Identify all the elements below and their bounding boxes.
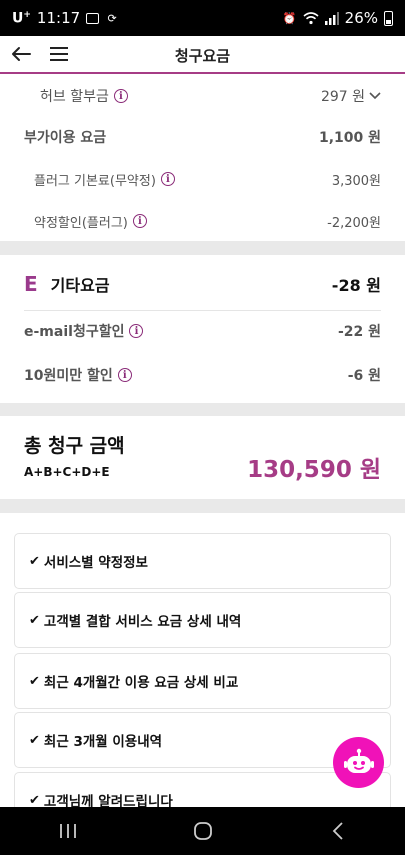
plug-discount-value: -2,200원 (327, 215, 381, 231)
extra-usage-label: 부가이용 요금 (24, 130, 107, 146)
info-icon[interactable]: i (113, 89, 128, 103)
app-header: 청구요금 (0, 36, 405, 74)
link-card-label: 서비스별 약정정보 (43, 555, 148, 571)
home-button[interactable] (173, 811, 233, 851)
hub-installment-value: 297 원 (320, 89, 365, 105)
link-card-notice[interactable]: ✔ 고객님께 알려드립니다 (14, 772, 391, 807)
sync-off-icon: ⟳ (107, 11, 117, 25)
chevron-left-icon (332, 822, 343, 840)
total-formula: A+B+C+D+E (24, 465, 110, 479)
link-card-label: 최근 4개월간 이용 요금 상세 비교 (43, 675, 239, 691)
under-10-discount-row: 10원미만 할인 i -6 원 (0, 365, 405, 385)
under-10-discount-label: 10원미만 할인 (24, 368, 113, 384)
link-card-4month-compare[interactable]: ✔ 최근 4개월간 이용 요금 상세 비교 (14, 653, 391, 709)
email-discount-value: -22 원 (337, 324, 381, 340)
link-card-contract-info[interactable]: ✔ 서비스별 약정정보 (14, 533, 391, 589)
link-card-label: 고객님께 알려드립니다 (43, 794, 173, 807)
chevron-down-icon[interactable] (369, 92, 381, 100)
status-bar: U+ 11:17 ⟳ ⏰ 26% (0, 0, 405, 36)
info-icon[interactable]: i (160, 172, 175, 186)
checkmark-icon: ✔ (29, 732, 40, 748)
extra-usage-row: 부가이용 요금 1,100 원 (0, 127, 405, 147)
plug-basic-row: 플러그 기본료(무약정) i 3,300원 (0, 169, 405, 189)
plug-discount-label: 약정할인(플러그) (34, 215, 128, 231)
total-amount: 130,590 원 (247, 457, 381, 483)
wifi-icon (303, 11, 319, 24)
system-nav-bar (0, 807, 405, 855)
gallery-icon (86, 12, 100, 24)
main-content[interactable]: 허브 할부금 i 297 원 부가이용 요금 1,100 원 플러그 기본료(무… (0, 76, 405, 807)
clock: 11:17 (36, 9, 81, 27)
battery-icon (384, 10, 393, 26)
section-e-total: -28 원 (331, 276, 381, 295)
plug-basic-value: 3,300원 (331, 173, 381, 189)
hamburger-icon (50, 47, 68, 61)
section-e-title: 기타요금 (50, 276, 110, 295)
recent-apps-icon (59, 824, 76, 838)
checkmark-icon: ✔ (29, 673, 40, 689)
back-button[interactable] (8, 40, 34, 68)
recent-apps-button[interactable] (38, 811, 98, 851)
divider (24, 310, 381, 311)
signal-icon (324, 11, 339, 25)
link-card-label: 고객별 결합 서비스 요금 상세 내역 (43, 614, 242, 630)
plug-basic-label: 플러그 기본료(무약정) (34, 173, 156, 189)
system-back-button[interactable] (308, 811, 368, 851)
under-10-discount-value: -6 원 (347, 368, 381, 384)
plug-discount-row: 약정할인(플러그) i -2,200원 (0, 211, 405, 231)
checkmark-icon: ✔ (29, 612, 40, 628)
info-icon[interactable]: i (132, 214, 147, 228)
extra-usage-value: 1,100 원 (318, 130, 381, 146)
menu-button[interactable] (46, 40, 72, 68)
link-card-label: 최근 3개월 이용내역 (43, 734, 163, 750)
info-icon[interactable]: i (129, 324, 144, 338)
section-e-header: E 기타요금 -28 원 (0, 270, 405, 298)
checkmark-icon: ✔ (29, 792, 40, 808)
section-divider (0, 241, 405, 255)
chatbot-button[interactable] (333, 737, 384, 788)
email-discount-row: e-mail청구할인 i -22 원 (0, 321, 405, 341)
battery-percent: 26% (344, 9, 378, 27)
link-card-bundle-details[interactable]: ✔ 고객별 결합 서비스 요금 상세 내역 (14, 592, 391, 648)
robot-icon (343, 748, 374, 773)
hub-installment-label: 허브 할부금 (40, 89, 109, 105)
info-icon[interactable]: i (117, 368, 132, 382)
alarm-icon: ⏰ (282, 11, 297, 25)
section-divider (0, 403, 405, 416)
home-icon (193, 822, 212, 840)
hub-installment-row[interactable]: 허브 할부금 i 297 원 (0, 86, 405, 106)
checkmark-icon: ✔ (29, 553, 40, 569)
arrow-left-icon (12, 47, 31, 61)
email-discount-label: e-mail청구할인 (24, 324, 125, 340)
section-e-badge: E (24, 272, 38, 296)
section-divider (0, 499, 405, 513)
total-title: 총 청구 금액 (24, 435, 125, 457)
carrier-label: U+ (12, 9, 31, 27)
